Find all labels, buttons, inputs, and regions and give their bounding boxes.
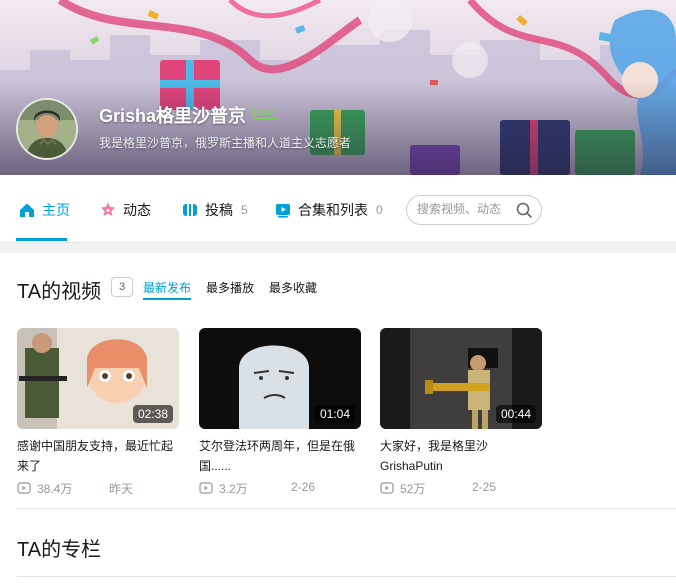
video-thumbnail[interactable]: 00:44 [380,328,542,429]
play-count-icon [380,482,394,494]
tab-active-indicator [16,238,67,241]
video-thumbnail[interactable]: 02:38 [17,328,179,429]
section-gap [0,243,676,253]
video-thumbnail[interactable]: 01:04 [199,328,361,429]
user-sign: 我是格里沙普京，俄罗斯主播和人道主义志愿者 [99,136,352,150]
sort-most-played[interactable]: 最多播放 [206,279,254,296]
level-badge: LV2 [254,107,278,119]
play-count-icon [17,482,31,494]
tab-upload-count: 5 [241,203,248,217]
dynamic-icon [101,202,115,216]
video-title[interactable]: 艾尔登法环两周年，但是在俄国...... [199,436,361,476]
upload-icon [183,204,197,216]
video-date: 昨天 [109,482,134,496]
tab-collection-count: 0 [376,203,383,217]
username: Grisha格里沙普京 [99,106,247,126]
section-divider [17,508,676,509]
tab-dynamic[interactable]: 动态 [99,199,151,221]
video-views: 52万 [400,482,426,496]
tab-home-label: 主页 [42,202,70,218]
video-date: 2-25 [472,480,497,494]
sort-active-indicator [143,298,191,300]
section-divider [17,576,676,577]
tab-dynamic-label: 动态 [123,202,151,218]
collection-icon [276,204,290,218]
tab-collection[interactable]: 合集和列表 0 [274,199,383,221]
video-views: 3.2万 [219,482,248,496]
tab-collection-label: 合集和列表 [298,202,368,218]
video-duration: 02:38 [132,405,173,423]
home-icon [20,203,34,217]
sort-most-favorited[interactable]: 最多收藏 [269,279,317,296]
video-meta: 52万 2-25 [380,480,542,496]
tab-upload-label: 投稿 [205,202,233,218]
column-section-title: TA的专栏 [17,539,102,561]
search-input[interactable] [417,202,517,216]
tab-home[interactable]: 主页 [18,199,70,221]
avatar[interactable] [16,98,78,160]
tab-upload[interactable]: 投稿 5 [181,199,248,221]
search-icon[interactable] [515,201,533,219]
video-date: 2-26 [291,480,316,494]
play-count-icon [199,482,213,494]
videos-count-badge: 3 [111,277,133,297]
video-duration: 01:04 [314,405,355,423]
video-title[interactable]: 大家好，我是格里沙GrishaPutin [380,436,542,476]
video-title[interactable]: 感谢中国朋友支持，最近忙起来了 [17,436,179,476]
avatar-image [18,100,76,158]
sort-latest[interactable]: 最新发布 [143,279,191,296]
profile-banner: Grisha格里沙普京 LV2 我是格里沙普京，俄罗斯主播和人道主义志愿者 [0,0,676,175]
video-duration: 00:44 [495,405,536,423]
video-views: 38.4万 [37,482,73,496]
profile-nav: 主页 动态 投稿 5 合集和列表 0 [0,175,676,243]
video-meta: 38.4万 昨天 [17,480,179,496]
search-box [406,195,542,225]
video-meta: 3.2万 2-26 [199,480,361,496]
videos-section-title: TA的视频 [17,281,102,303]
